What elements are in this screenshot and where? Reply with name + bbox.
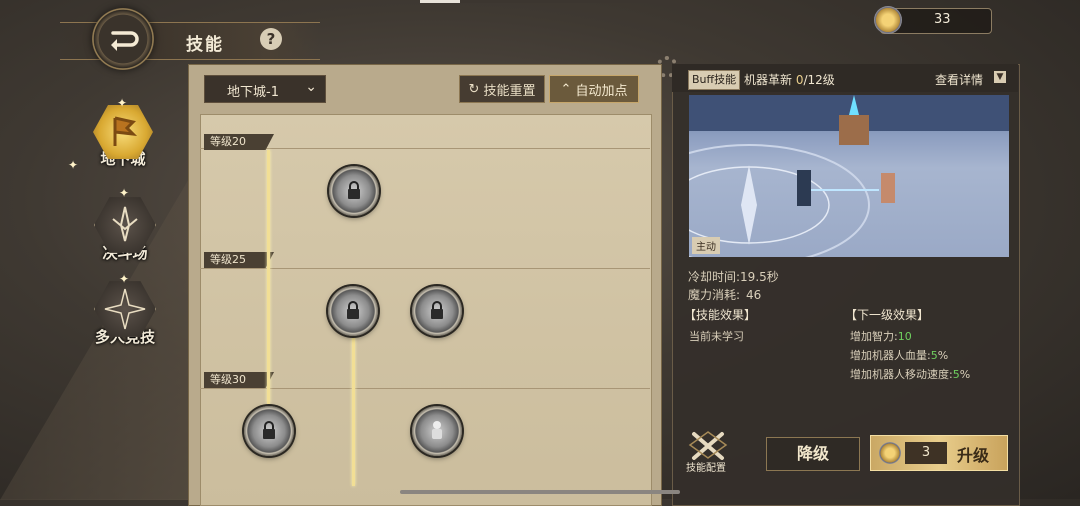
page-title: 技能 — [186, 35, 224, 55]
mana-stat: 魔力消耗: 46 — [688, 286, 761, 303]
expand-icon[interactable]: ▼ — [994, 71, 1006, 83]
current-effect-text: 当前未学习 — [689, 330, 744, 343]
gold-coin-icon — [874, 6, 902, 34]
lock-icon — [263, 421, 275, 439]
skill-node[interactable] — [244, 406, 294, 456]
cooldown-value: 19.5秒 — [740, 270, 779, 284]
crossed-swords-icon — [688, 431, 728, 460]
top-indicator-fill — [420, 0, 460, 3]
mana-label: 魔力消耗: — [688, 288, 741, 302]
view-detail-link[interactable]: 查看详情 — [935, 71, 983, 88]
skill-node[interactable] — [329, 166, 379, 216]
upgrade-cost: 3 — [905, 442, 947, 464]
double-chevron-up-icon: ⌃ — [560, 81, 572, 97]
next-effect-label: 增加智力: — [850, 330, 898, 343]
level-tab: 等级20 — [204, 134, 274, 150]
level-divider — [200, 148, 650, 149]
lock-icon — [347, 301, 359, 319]
skill-node[interactable] — [412, 286, 462, 336]
downgrade-button[interactable]: 降级 — [766, 437, 860, 471]
mana-value: 46 — [746, 288, 762, 302]
sparkle-icon: ✦ — [119, 272, 130, 286]
auto-assign-button[interactable]: ⌃ 自动加点 — [549, 75, 639, 103]
preview-scene — [689, 95, 1009, 257]
skill-preview-image — [689, 95, 1009, 257]
skill-name: 机器革新 0/12级 — [744, 71, 835, 88]
reset-label: 技能重置 — [483, 83, 536, 99]
skill-node[interactable] — [328, 286, 378, 336]
tree-connector — [267, 150, 270, 404]
current-effect-title: 【技能效果】 — [684, 308, 757, 322]
next-effect-value: 5 — [952, 368, 960, 381]
next-effect-row: 增加机器人血量:5% — [850, 347, 948, 363]
skill-level-max: /12级 — [803, 73, 835, 87]
next-effect-unit: % — [959, 368, 971, 381]
lock-icon — [431, 301, 443, 319]
dungeon-select[interactable]: 地下城-1 ⌄ — [204, 75, 326, 103]
robot-icon — [432, 421, 442, 439]
sparkle-icon: ✦ — [68, 158, 79, 172]
level-tab: 等级25 — [204, 252, 274, 268]
upgrade-label: 升级 — [957, 446, 990, 465]
currency-amount: 33 — [934, 12, 951, 27]
next-effect-label: 增加机器人血量: — [850, 349, 931, 362]
home-indicator — [400, 490, 680, 494]
upgrade-button[interactable]: 3 升级 — [870, 435, 1008, 471]
next-effect-label: 增加机器人移动速度: — [850, 368, 953, 381]
next-effect-row: 增加机器人移动速度:5% — [850, 366, 970, 382]
skill-node-selected[interactable] — [412, 406, 462, 456]
tree-connector — [352, 336, 355, 486]
back-arrow-icon — [111, 31, 139, 51]
next-effect-row: 增加智力:10 — [850, 328, 912, 344]
active-skill-tag: 主动 — [692, 237, 720, 254]
next-effect-unit: % — [937, 349, 949, 362]
nav-item-dungeon[interactable]: 地下城 — [90, 102, 156, 168]
level-tab: 等级30 — [204, 372, 274, 388]
skill-config-label: 技能配置 — [686, 463, 726, 474]
sparkle-icon: ✦ — [119, 186, 130, 200]
lock-icon — [348, 181, 360, 199]
cooldown-stat: 冷却时间:19.5秒 — [688, 268, 779, 285]
chevron-down-icon: ⌄ — [305, 79, 317, 95]
help-button[interactable]: ? — [260, 28, 282, 50]
next-effect-title: 【下一级效果】 — [845, 308, 930, 322]
gold-coin-icon — [879, 442, 901, 464]
reset-skills-button[interactable]: ↻ 技能重置 — [459, 75, 545, 103]
auto-label: 自动加点 — [575, 83, 628, 99]
cooldown-label: 冷却时间: — [688, 270, 741, 284]
next-effect-value: 10 — [897, 330, 912, 343]
next-effect-value: 5 — [930, 349, 938, 362]
refresh-icon: ↻ — [468, 81, 480, 97]
sparkle-icon: ✦ — [117, 96, 128, 110]
nav-item-arena[interactable]: 决斗场 — [92, 194, 158, 262]
skill-name-text: 机器革新 — [744, 73, 793, 87]
skill-type-tag: Buff技能 — [688, 70, 741, 90]
dungeon-select-label: 地下城-1 — [227, 85, 279, 100]
nav-item-multiplayer[interactable]: 多人竞技 — [92, 278, 158, 346]
